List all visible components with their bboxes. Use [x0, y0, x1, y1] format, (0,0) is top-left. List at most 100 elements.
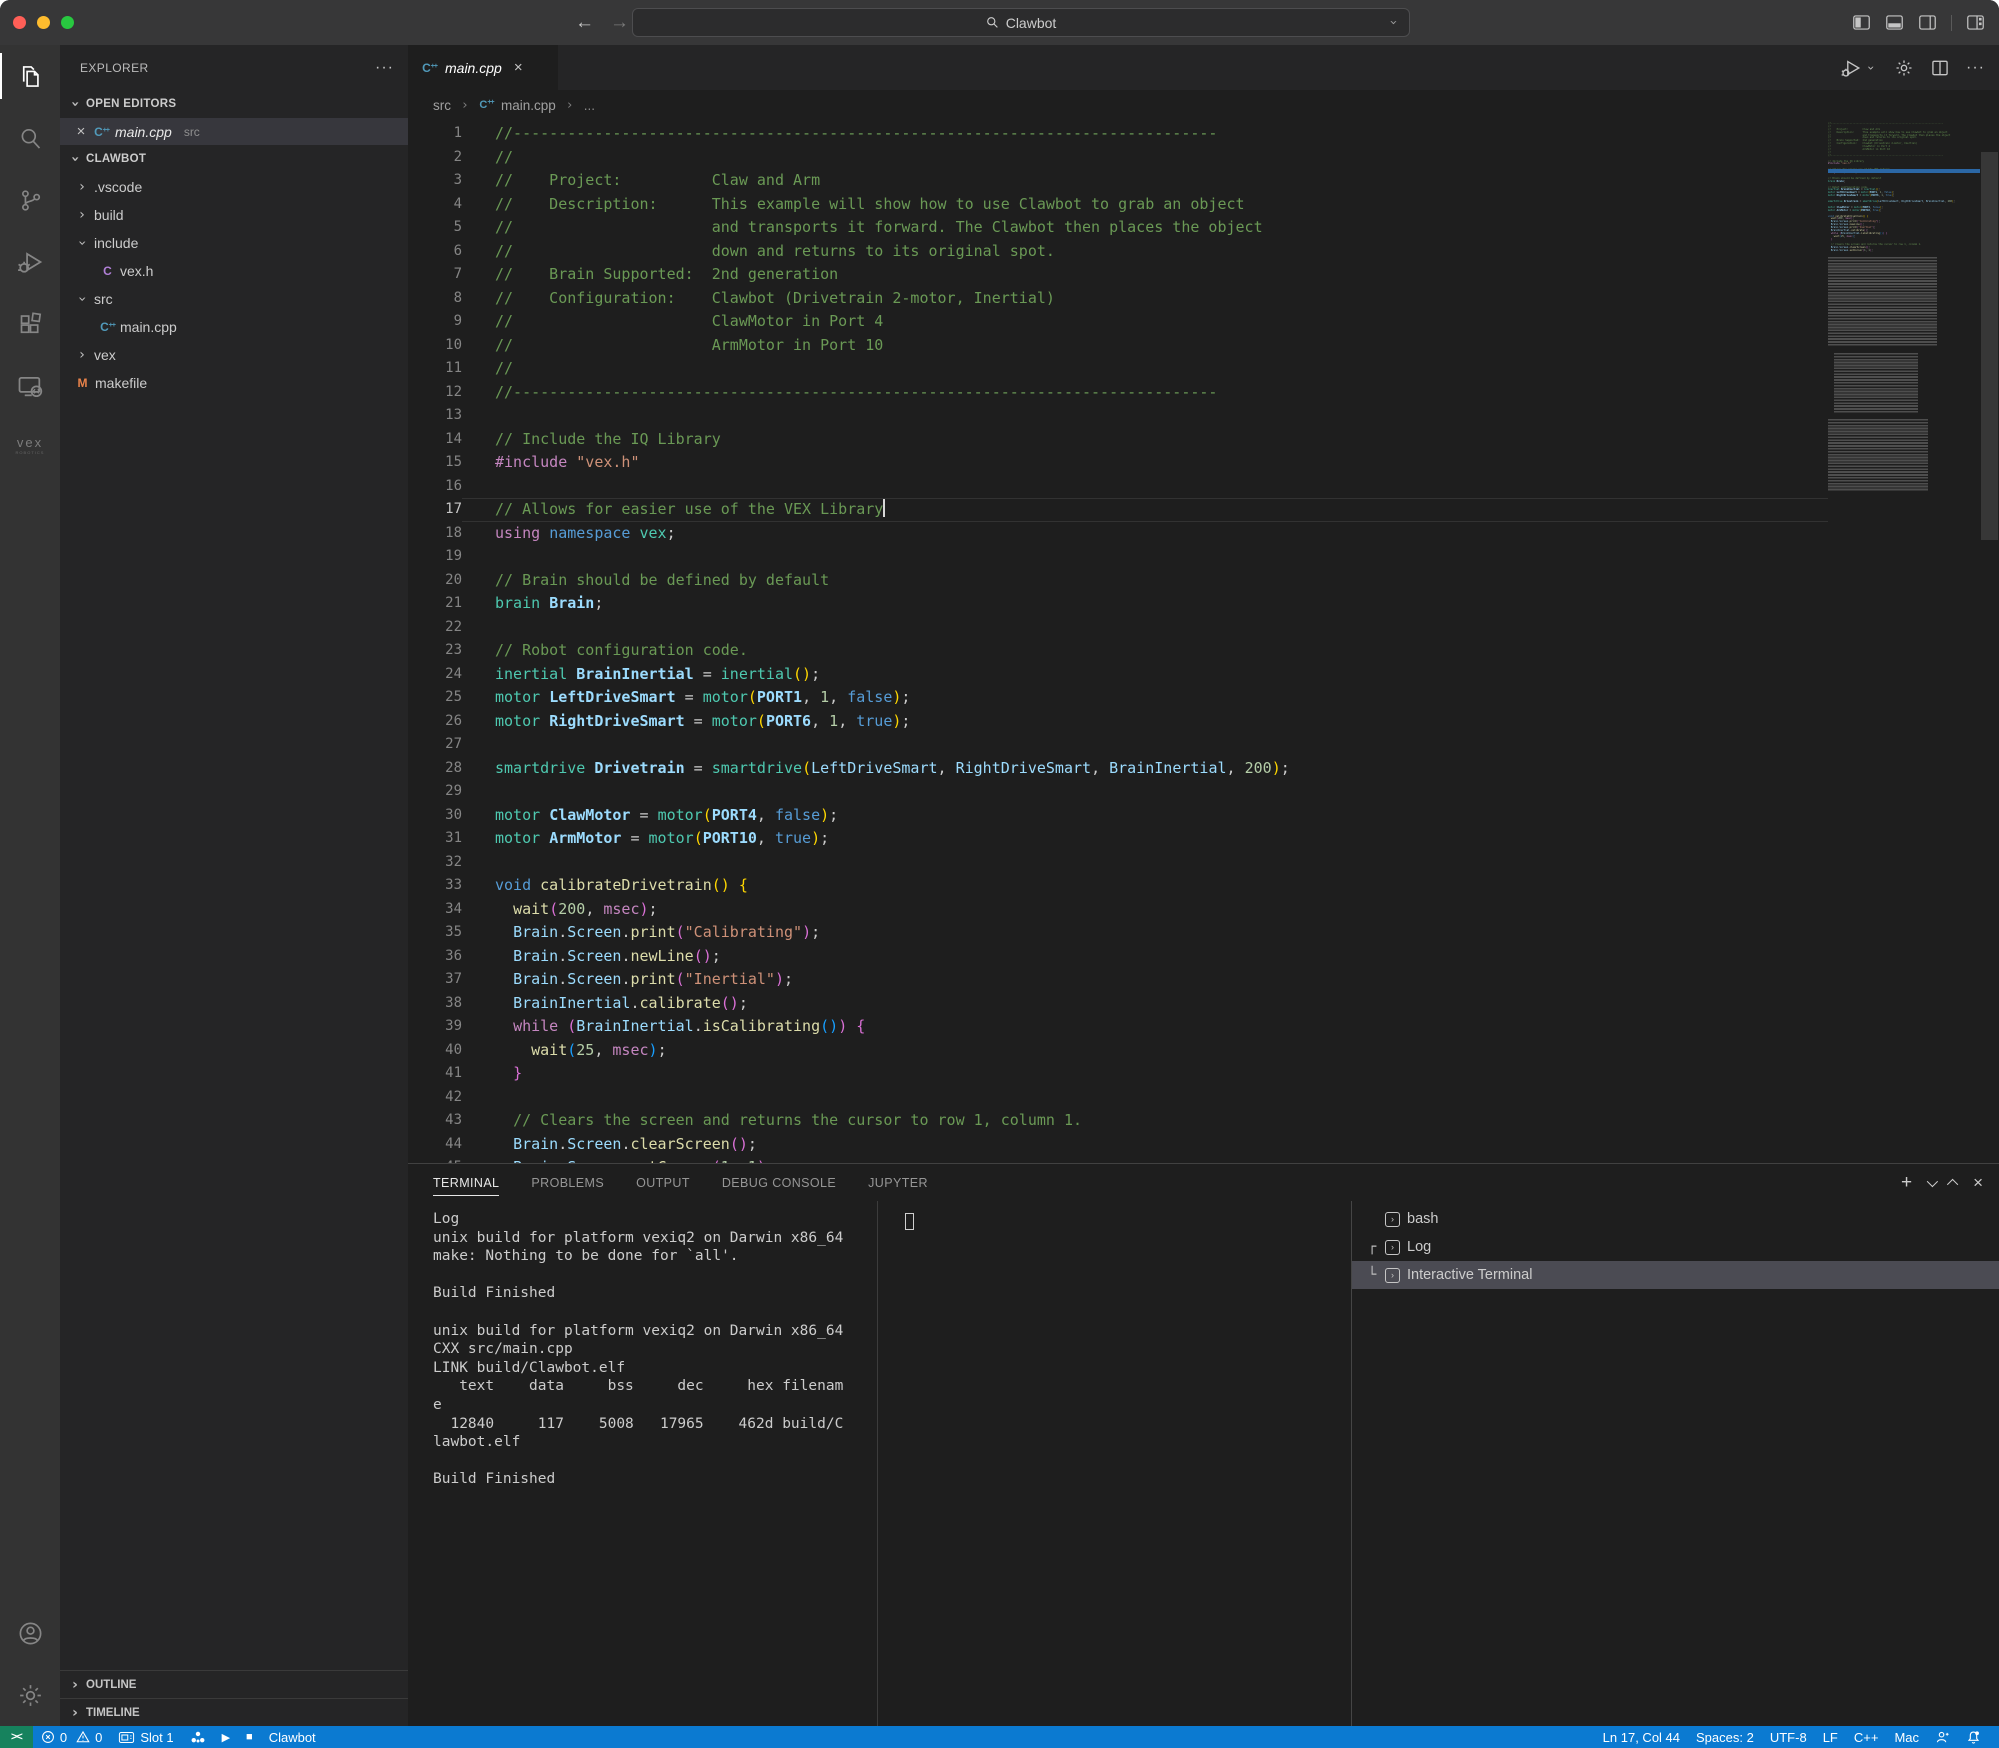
code-line-32[interactable]: 32 — [408, 851, 1828, 875]
code-line-17[interactable]: 17// Allows for easier use of the VEX Li… — [408, 498, 1828, 522]
code-line-26[interactable]: 26 motor RightDriveSmart = motor(PORT6, 1… — [408, 710, 1828, 734]
close-window-button[interactable] — [13, 16, 26, 29]
command-center-search[interactable]: Clawbot › — [632, 8, 1410, 37]
explorer-icon[interactable] — [0, 45, 60, 107]
encoding[interactable]: UTF-8 — [1762, 1726, 1815, 1748]
code-line-23[interactable]: 23 // Robot configuration code. — [408, 639, 1828, 663]
code-line-27[interactable]: 27 — [408, 733, 1828, 757]
chevron-down-icon[interactable]: › — [1386, 16, 1401, 30]
code-line-28[interactable]: 28 smartdrive Drivetrain = smartdrive(Lef… — [408, 757, 1828, 781]
open-editors-section[interactable]: › OPEN EDITORS — [60, 90, 408, 118]
panel-tab-terminal[interactable]: TERMINAL — [433, 1164, 500, 1201]
code-line-5[interactable]: 5 // and transports it forward. The Clawb… — [408, 216, 1828, 240]
code-line-16[interactable]: 16 — [408, 475, 1828, 499]
terminal-list-item-log[interactable]: ┌ › Log — [1352, 1233, 1999, 1261]
code-line-1[interactable]: 1 //-------------------------------------… — [408, 122, 1828, 146]
play-button[interactable]: ▶ — [214, 1726, 238, 1748]
code-line-30[interactable]: 30 motor ClawMotor = motor(PORT4, false); — [408, 804, 1828, 828]
breadcrumb[interactable]: src › C main.cpp › ... — [408, 90, 1999, 120]
outline-section[interactable]: › OUTLINE — [60, 1670, 408, 1698]
platform-target[interactable]: Mac — [1886, 1726, 1927, 1748]
code-line-35[interactable]: 35 Brain.Screen.print("Calibrating"); — [408, 921, 1828, 945]
terminal-list-item-bash[interactable]: › bash — [1352, 1205, 1999, 1233]
code-line-31[interactable]: 31 motor ArmMotor = motor(PORT10, true); — [408, 827, 1828, 851]
code-line-40[interactable]: 40 wait(25, msec); — [408, 1039, 1828, 1063]
more-actions-icon[interactable]: ··· — [375, 59, 394, 77]
settings-gear-icon[interactable] — [0, 1664, 60, 1726]
minimize-window-button[interactable] — [37, 16, 50, 29]
language-mode[interactable]: C++ — [1846, 1726, 1887, 1748]
eol-sequence[interactable]: LF — [1815, 1726, 1846, 1748]
toggle-sidebar-icon[interactable] — [1852, 14, 1871, 31]
panel-tab-debug-console[interactable]: DEBUG CONSOLE — [722, 1164, 836, 1201]
code-line-43[interactable]: 43 // Clears the screen and returns the … — [408, 1109, 1828, 1133]
problems-status[interactable]: 0 0 — [33, 1726, 110, 1748]
remote-indicator[interactable]: >< — [0, 1726, 33, 1748]
notifications-button[interactable] — [1958, 1726, 1989, 1748]
vex-icon[interactable]: vex ROBOTICS — [0, 417, 60, 479]
code-line-12[interactable]: 12 //------------------------------------… — [408, 381, 1828, 405]
code-line-24[interactable]: 24 inertial BrainInertial = inertial(); — [408, 663, 1828, 687]
terminal-dropdown-icon[interactable] — [1926, 1175, 1939, 1187]
cursor-position[interactable]: Ln 17, Col 44 — [1595, 1726, 1688, 1748]
code-line-6[interactable]: 6 // down and returns to its original spo… — [408, 240, 1828, 264]
maximize-panel-icon[interactable] — [1946, 1178, 1959, 1190]
settings-gear-icon[interactable] — [1894, 58, 1914, 78]
code-line-7[interactable]: 7 // Brain Supported: 2nd generation — [408, 263, 1828, 287]
run-debug-icon[interactable] — [0, 231, 60, 293]
terminal-interactive[interactable] — [878, 1201, 1352, 1726]
remote-explorer-icon[interactable] — [0, 355, 60, 417]
editor-scrollbar[interactable] — [1980, 120, 1999, 1163]
code-line-44[interactable]: 44 Brain.Screen.clearScreen(); — [408, 1133, 1828, 1157]
tree-item-main-cpp[interactable]: Cmain.cpp — [60, 313, 408, 341]
tree-item-include[interactable]: › include — [60, 229, 408, 257]
code-line-2[interactable]: 2 // — [408, 146, 1828, 170]
forward-arrow-icon[interactable]: → — [610, 12, 629, 34]
tree-item-makefile[interactable]: Mmakefile — [60, 369, 408, 397]
code-line-45[interactable]: 45 Brain.Screen.setCursor(1, 1); — [408, 1156, 1828, 1163]
toggle-secondary-sidebar-icon[interactable] — [1918, 14, 1937, 31]
panel-tab-output[interactable]: OUTPUT — [636, 1164, 690, 1201]
zoom-window-button[interactable] — [61, 16, 74, 29]
tree-item-vex-h[interactable]: Cvex.h — [60, 257, 408, 285]
code-line-15[interactable]: 15 #include "vex.h" — [408, 451, 1828, 475]
code-line-13[interactable]: 13 — [408, 404, 1828, 428]
tree-item--vscode[interactable]: › .vscode — [60, 173, 408, 201]
source-control-icon[interactable] — [0, 169, 60, 231]
timeline-section[interactable]: › TIMELINE — [60, 1698, 408, 1726]
code-line-29[interactable]: 29 — [408, 780, 1828, 804]
code-line-33[interactable]: 33 void calibrateDrivetrain() { — [408, 874, 1828, 898]
open-editor-main-cpp[interactable]: × C main.cpp src — [60, 118, 408, 145]
stop-button[interactable]: ■ — [238, 1726, 261, 1748]
code-line-42[interactable]: 42 — [408, 1086, 1828, 1110]
code-line-3[interactable]: 3 // Project: Claw and Arm — [408, 169, 1828, 193]
close-tab-icon[interactable]: × — [514, 59, 523, 76]
more-actions-icon[interactable]: ··· — [1966, 59, 1985, 77]
slot-indicator[interactable]: Slot 1 — [110, 1726, 181, 1748]
code-line-8[interactable]: 8 // Configuration: Clawbot (Drivetrain 2… — [408, 287, 1828, 311]
back-arrow-icon[interactable]: ← — [575, 12, 594, 34]
code-line-38[interactable]: 38 BrainInertial.calibrate(); — [408, 992, 1828, 1016]
tree-item-src[interactable]: › src — [60, 285, 408, 313]
tree-item-vex[interactable]: › vex — [60, 341, 408, 369]
run-debug-button[interactable]: › — [1840, 57, 1878, 79]
customize-layout-icon[interactable] — [1966, 14, 1985, 31]
code-line-22[interactable]: 22 — [408, 616, 1828, 640]
code-lines[interactable]: 1 //-------------------------------------… — [408, 120, 1828, 1163]
code-line-25[interactable]: 25 motor LeftDriveSmart = motor(PORT1, 1,… — [408, 686, 1828, 710]
program-name[interactable]: Clawbot — [261, 1726, 324, 1748]
code-line-37[interactable]: 37 Brain.Screen.print("Inertial"); — [408, 968, 1828, 992]
close-icon[interactable]: × — [74, 123, 88, 140]
code-line-9[interactable]: 9 // ClawMotor in Port 4 — [408, 310, 1828, 334]
code-line-14[interactable]: 14 // Include the IQ Library — [408, 428, 1828, 452]
indentation[interactable]: Spaces: 2 — [1688, 1726, 1762, 1748]
code-line-18[interactable]: 18 using namespace vex; — [408, 522, 1828, 546]
code-line-36[interactable]: 36 Brain.Screen.newLine(); — [408, 945, 1828, 969]
workspace-root-section[interactable]: › CLAWBOT — [60, 145, 408, 173]
extensions-icon[interactable] — [0, 293, 60, 355]
feedback-button[interactable] — [1927, 1726, 1958, 1748]
code-line-4[interactable]: 4 // Description: This example will show … — [408, 193, 1828, 217]
code-line-20[interactable]: 20 // Brain should be defined by default — [408, 569, 1828, 593]
code-line-11[interactable]: 11 // — [408, 357, 1828, 381]
claw-control-button[interactable] — [182, 1726, 214, 1748]
